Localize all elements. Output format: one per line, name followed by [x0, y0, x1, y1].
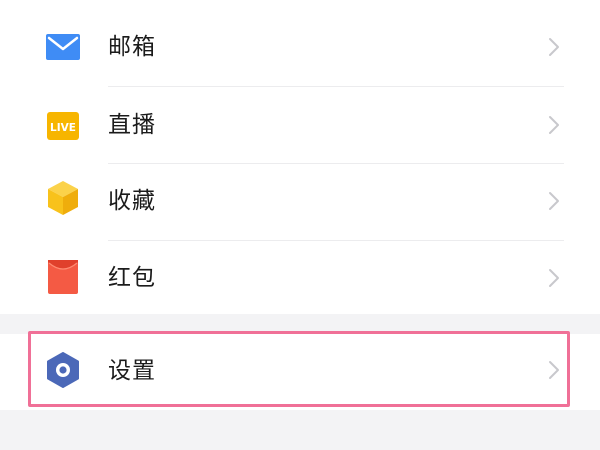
live-badge-text: LIVE: [50, 122, 76, 134]
menu-item-label: 邮箱: [108, 34, 156, 60]
settings-hexagon-icon: [46, 352, 80, 388]
chevron-right-icon: [546, 359, 562, 381]
live-icon: LIVE: [46, 109, 80, 143]
menu-item-label: 红包: [108, 265, 156, 291]
menu-item-settings[interactable]: 设置: [0, 334, 600, 411]
favorites-cube-icon: [46, 181, 80, 215]
chevron-right-icon: [546, 267, 562, 289]
menu-item-label: 直播: [108, 112, 156, 138]
chevron-right-icon: [546, 36, 562, 58]
menu-item-label: 设置: [108, 358, 156, 384]
chevron-right-icon: [546, 114, 562, 136]
menu-item-live[interactable]: LIVE 直播: [0, 87, 600, 164]
menu-item-red-packet[interactable]: 红包: [0, 241, 600, 318]
menu-group: 邮箱 LIVE 直播 收藏 红包: [0, 0, 600, 314]
mail-icon: [46, 30, 80, 64]
menu-item-favorites[interactable]: 收藏: [0, 164, 600, 241]
settings-group: 设置: [0, 334, 600, 410]
menu-item-mail[interactable]: 邮箱: [0, 9, 600, 86]
menu-item-label: 收藏: [108, 188, 156, 214]
red-packet-icon: [46, 260, 80, 294]
settings-screen: 邮箱 LIVE 直播 收藏 红包 设置: [0, 0, 600, 450]
chevron-right-icon: [546, 190, 562, 212]
